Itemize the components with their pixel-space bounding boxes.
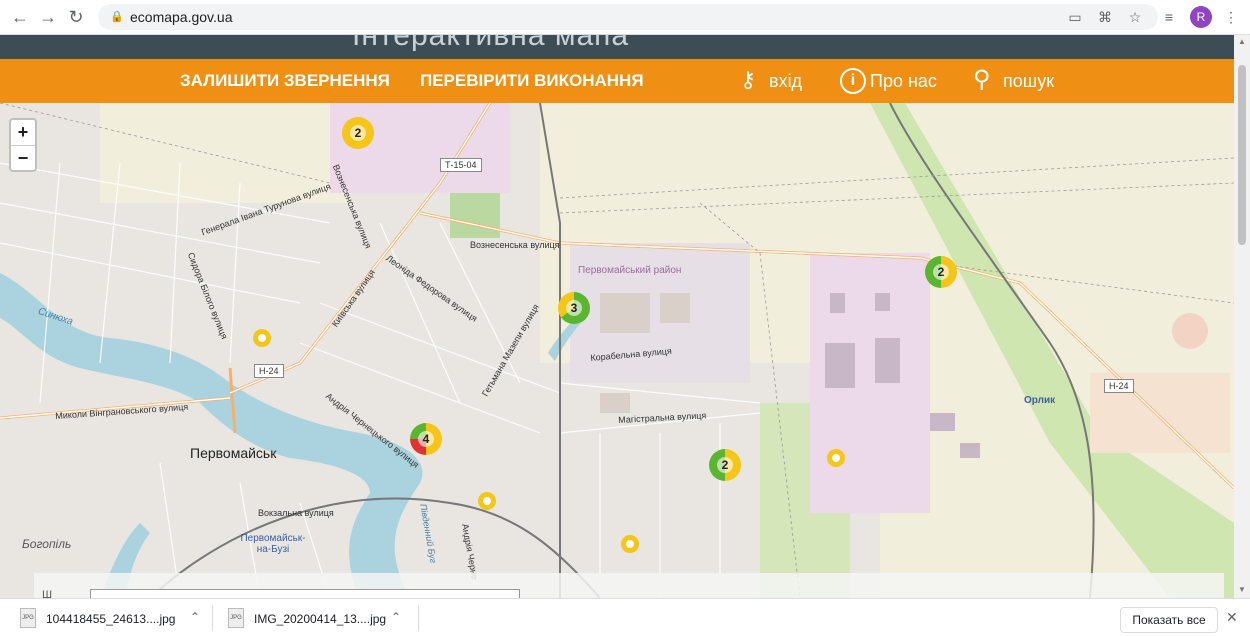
road-shield: Н-24 xyxy=(254,364,284,378)
divider xyxy=(418,605,419,631)
close-icon[interactable]: ✕ xyxy=(1226,609,1238,626)
reading-list-icon[interactable]: ≡ xyxy=(1160,8,1178,26)
search-panel: Ш xyxy=(34,573,1224,603)
scroll-down-icon[interactable]: ▼ xyxy=(1238,585,1246,594)
scrollbar-thumb[interactable] xyxy=(1238,65,1246,245)
download-filename[interactable]: IMG_20200414_13....jpg xyxy=(254,612,386,626)
show-all-button[interactable]: Показать все xyxy=(1120,607,1218,633)
road-shield: Т-15-04 xyxy=(440,158,482,172)
browser-toolbar: ← → ↻ 🔒 ecomapa.gov.ua ▭ ⌘ ☆ ≡ R ⋮ xyxy=(0,0,1250,35)
star-icon[interactable]: ☆ xyxy=(1126,8,1144,26)
search-icon[interactable]: ⚲ xyxy=(973,68,991,92)
main-menu: ЗАЛИШИТИ ЗВЕРНЕННЯ ПЕРЕВІРИТИ ВИКОНАННЯ … xyxy=(0,59,1234,103)
scroll-up-icon[interactable]: ▲ xyxy=(1238,37,1246,46)
zoom-control: + − xyxy=(9,118,37,172)
road-shield: Н-24 xyxy=(1104,379,1134,393)
menu-check-execution[interactable]: ПЕРЕВІРИТИ ВИКОНАННЯ xyxy=(420,71,644,91)
download-bar: JPG 104418455_24613....jpg ⌃ JPG IMG_202… xyxy=(0,598,1250,637)
cluster-marker[interactable]: 2 xyxy=(709,449,741,481)
url-text[interactable]: ecomapa.gov.ua xyxy=(130,9,232,25)
menu-dots-icon[interactable]: ⋮ xyxy=(1222,8,1240,26)
back-icon[interactable]: ← xyxy=(10,7,30,27)
problem-marker[interactable] xyxy=(621,535,639,553)
street-label: Вокзальна вулиця xyxy=(258,508,334,518)
cluster-count: 3 xyxy=(566,300,582,316)
place-label: Богопіль xyxy=(22,537,72,551)
key-icon[interactable]: ⚷ xyxy=(740,68,756,92)
avatar[interactable]: R xyxy=(1190,6,1212,28)
cluster-marker[interactable]: 4 xyxy=(410,423,442,455)
chevron-up-icon[interactable]: ⌃ xyxy=(190,610,200,624)
cast-icon[interactable]: ▭ xyxy=(1066,8,1084,26)
cluster-marker[interactable]: 3 xyxy=(558,292,590,324)
reload-icon[interactable]: ↻ xyxy=(66,7,86,27)
district-label: Первомайський район xyxy=(578,265,682,276)
menu-about[interactable]: Про нас xyxy=(870,71,937,92)
forward-icon[interactable]: → xyxy=(38,7,58,27)
city-label: Первомайськ xyxy=(190,445,277,461)
map[interactable]: + − Вознесенська вулиця Вознесенська вул… xyxy=(0,103,1234,598)
download-item[interactable]: JPG 104418455_24613....jpg ⌃ xyxy=(20,605,210,631)
menu-login[interactable]: вхід xyxy=(769,71,802,92)
cluster-count: 2 xyxy=(717,457,733,473)
problem-marker[interactable] xyxy=(478,492,496,510)
translate-icon[interactable]: ⌘ xyxy=(1096,8,1114,26)
menu-search[interactable]: пошук xyxy=(1003,71,1054,92)
image-file-icon: JPG xyxy=(20,608,36,628)
info-icon[interactable]: i xyxy=(840,68,866,94)
place-label: Орлик xyxy=(1024,395,1056,406)
zoom-out-button[interactable]: − xyxy=(11,146,35,171)
problem-marker[interactable] xyxy=(827,449,845,467)
download-item[interactable]: JPG IMG_20200414_13....jpg ⌃ xyxy=(228,605,418,631)
site-header: Інтерактивна мапа xyxy=(0,35,1234,59)
page-scrollbar[interactable]: ▲ ▼ xyxy=(1234,35,1250,598)
site-logo[interactable]: Інтерактивна мапа xyxy=(352,35,629,53)
lock-icon: 🔒 xyxy=(110,11,124,23)
zoom-in-button[interactable]: + xyxy=(11,120,35,146)
cluster-marker[interactable]: 2 xyxy=(925,256,957,288)
cluster-marker[interactable]: 2 xyxy=(342,117,374,149)
station-label: Первомайськ-на-Бузі xyxy=(240,533,306,555)
menu-submit-request[interactable]: ЗАЛИШИТИ ЗВЕРНЕННЯ xyxy=(180,71,390,91)
address-bar[interactable]: 🔒 ecomapa.gov.ua xyxy=(98,4,1158,30)
chevron-up-icon[interactable]: ⌃ xyxy=(391,610,401,624)
problem-marker[interactable] xyxy=(253,329,271,347)
download-filename[interactable]: 104418455_24613....jpg xyxy=(46,612,175,626)
cluster-count: 4 xyxy=(418,431,434,447)
cluster-count: 2 xyxy=(933,264,949,280)
cluster-count: 2 xyxy=(350,125,366,141)
image-file-icon: JPG xyxy=(228,608,244,628)
street-label: Вознесенська вулиця xyxy=(470,240,560,250)
divider xyxy=(212,605,213,631)
